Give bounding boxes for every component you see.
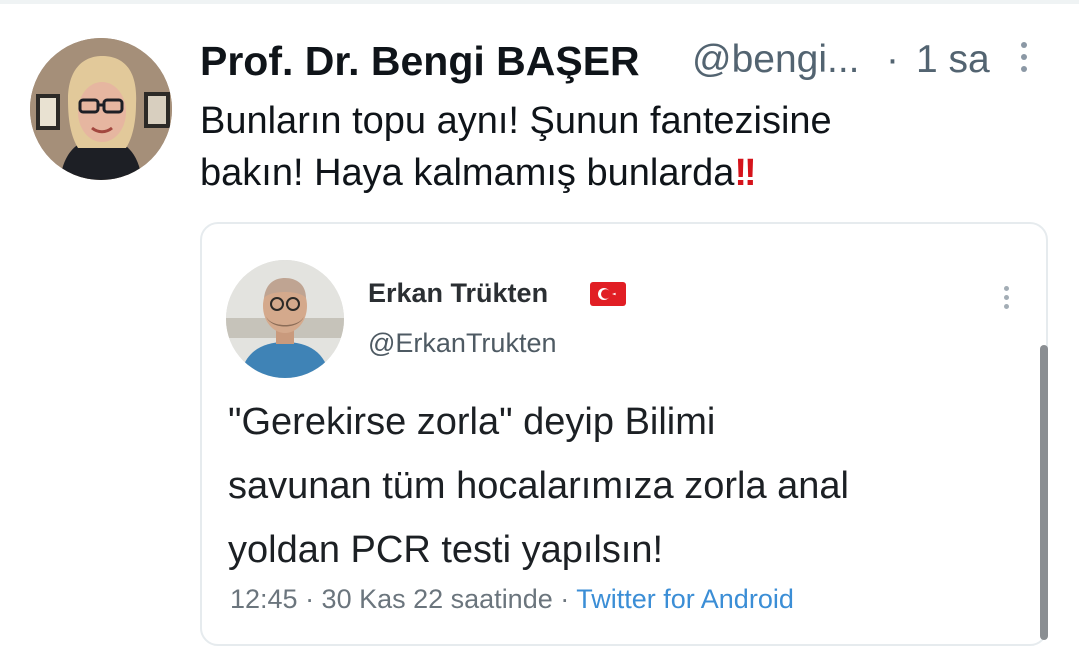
tweet-text-line-content: bakın! Haya kalmamış bunlarda [200,152,735,194]
source-link[interactable]: Twitter for Android [576,584,794,614]
separator-dot: · [886,38,899,81]
quoted-author-handle[interactable]: @ErkanTrukten [368,328,556,359]
quoted-text-line: savunan tüm hocalarımıza zorla anal [228,465,849,507]
quoted-author-avatar-image [226,260,344,378]
double-exclamation-icon: !! [734,152,756,194]
quoted-tweet-meta: 12:45 · 30 Kas 22 saatinde · Twitter for… [230,584,794,615]
top-divider [0,0,1079,4]
quoted-tweet-card[interactable]: Erkan Trükten @ErkanTrukten "Gerekirse z… [200,222,1048,646]
author-handle[interactable]: @bengi... [692,38,860,82]
quoted-timestamp[interactable]: 12:45 · 30 Kas 22 saatinde · [230,584,576,614]
more-vertical-icon[interactable] [1018,42,1030,82]
quoted-author-avatar[interactable] [226,260,344,378]
tweet-header: Prof. Dr. Bengi BAŞER @bengi... · 1 sa [200,34,1060,90]
tweet-text-line: bakın! Haya kalmamış bunlarda!! [200,147,1000,199]
quoted-author-name[interactable]: Erkan Trükten [368,278,548,309]
tweet-text-line: Bunların topu aynı! Şunun fantezisine [200,100,832,142]
scrollbar[interactable] [1040,345,1048,640]
tweet-text: Bunların topu aynı! Şunun fantezisine ba… [200,95,1000,199]
more-vertical-icon[interactable] [1002,286,1010,316]
turkey-flag-icon [590,282,626,306]
author-avatar-image [30,38,172,180]
quoted-text-line: "Gerekirse zorla" deyip Bilimi [228,401,716,443]
author-name[interactable]: Prof. Dr. Bengi BAŞER [200,38,640,85]
quoted-tweet-text: "Gerekirse zorla" deyip Bilimi savunan t… [228,390,1028,582]
author-avatar[interactable] [30,38,172,180]
quoted-text-line: yoldan PCR testi yapılsın! [228,529,664,571]
tweet-time[interactable]: 1 sa [916,38,990,82]
